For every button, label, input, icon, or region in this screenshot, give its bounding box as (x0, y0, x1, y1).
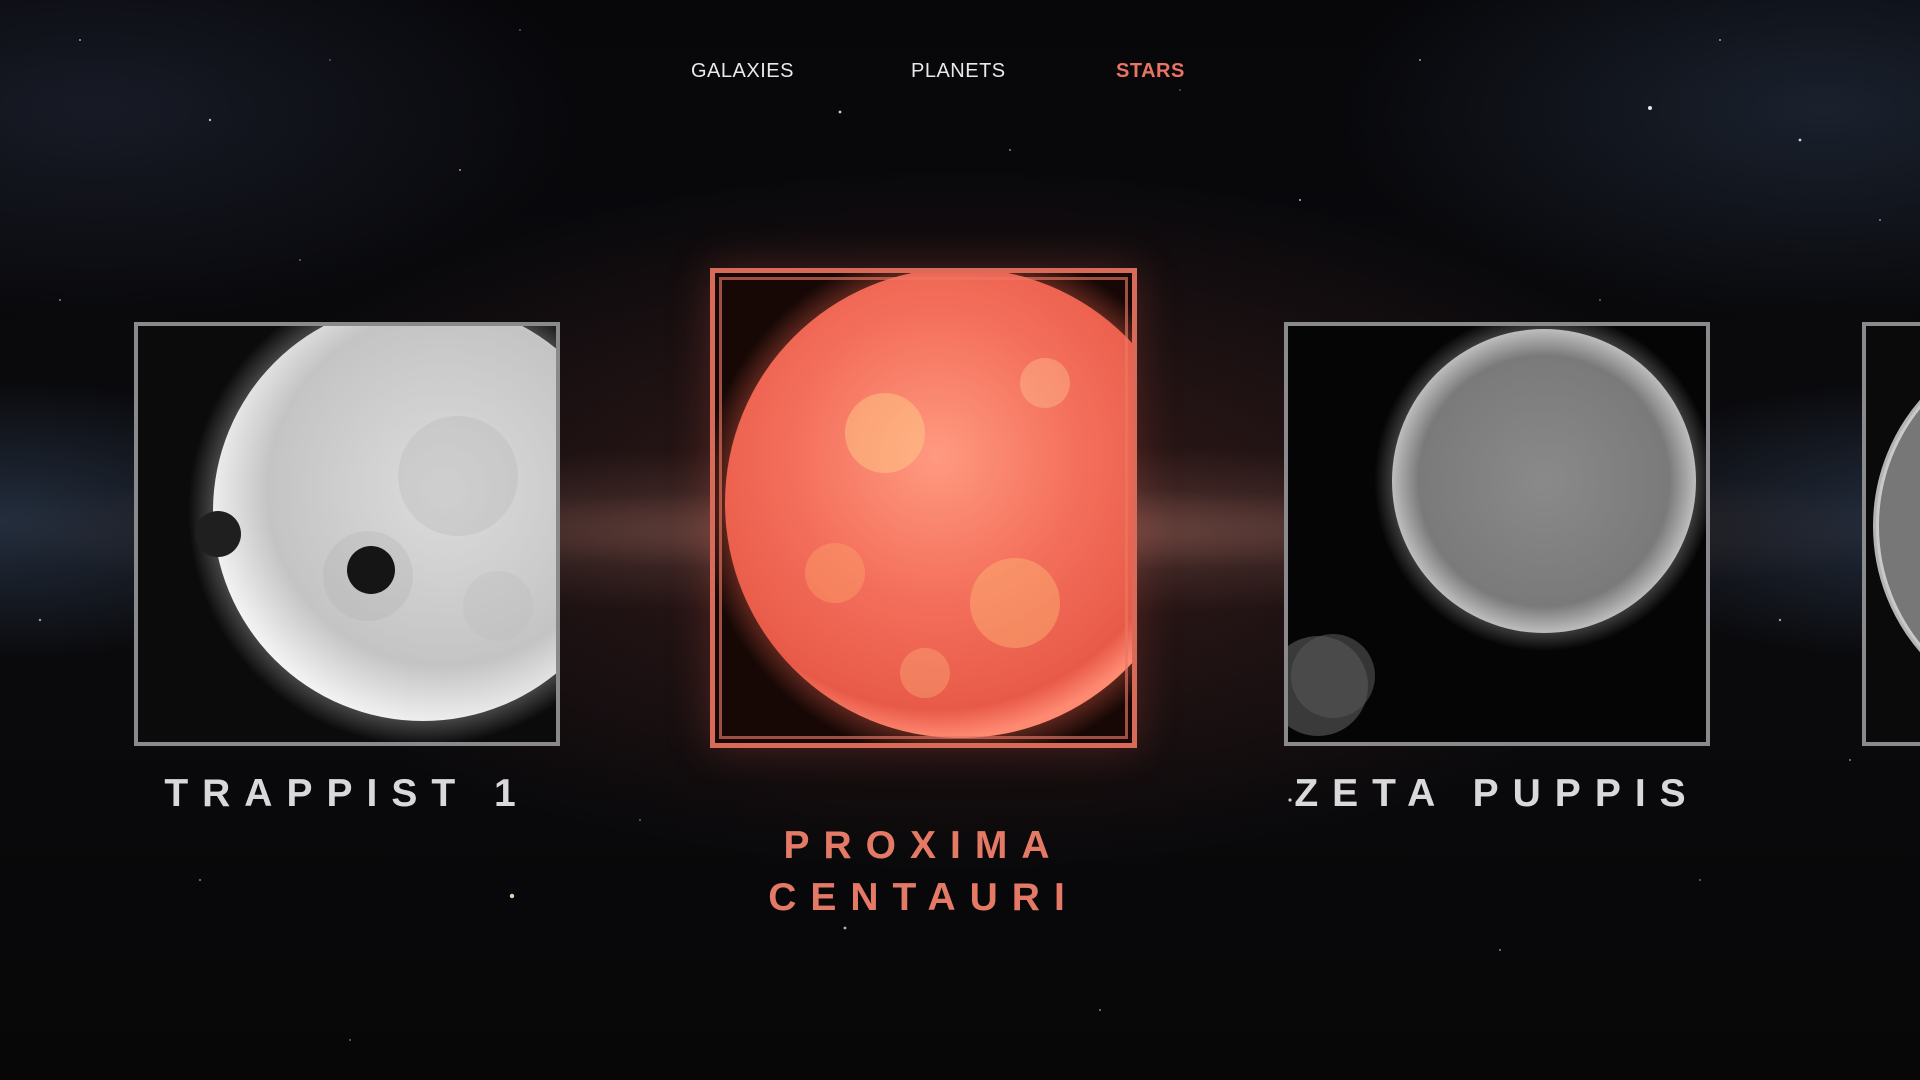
space-gallery: GALAXIES PLANETS STARS TRAPPIST 1 PROXIM… (0, 0, 1920, 1080)
trappist-1-image (138, 326, 556, 742)
zeta-puppis-image (1288, 326, 1706, 742)
nav-stars[interactable]: STARS (1116, 60, 1185, 83)
nav-galaxies[interactable]: GALAXIES (691, 60, 794, 83)
next-card-image (1866, 326, 1920, 742)
card-proxima-centauri[interactable] (710, 268, 1137, 748)
card-title-zeta-puppis: ZETA PUPPIS (1294, 772, 1700, 815)
title-line-2: CENTAURI (768, 876, 1079, 919)
card-title-proxima-centauri: PROXIMA CENTAURI (710, 820, 1137, 924)
card-trappist-1[interactable] (134, 322, 560, 746)
title-line-1: PROXIMA (783, 824, 1064, 867)
nav-planets[interactable]: PLANETS (911, 60, 1006, 83)
card-next-partial[interactable] (1862, 322, 1920, 746)
top-navigation: GALAXIES PLANETS STARS (0, 60, 1920, 90)
card-zeta-puppis[interactable] (1284, 322, 1710, 746)
active-frame (719, 277, 1128, 739)
card-title-trappist-1: TRAPPIST 1 (164, 772, 530, 815)
